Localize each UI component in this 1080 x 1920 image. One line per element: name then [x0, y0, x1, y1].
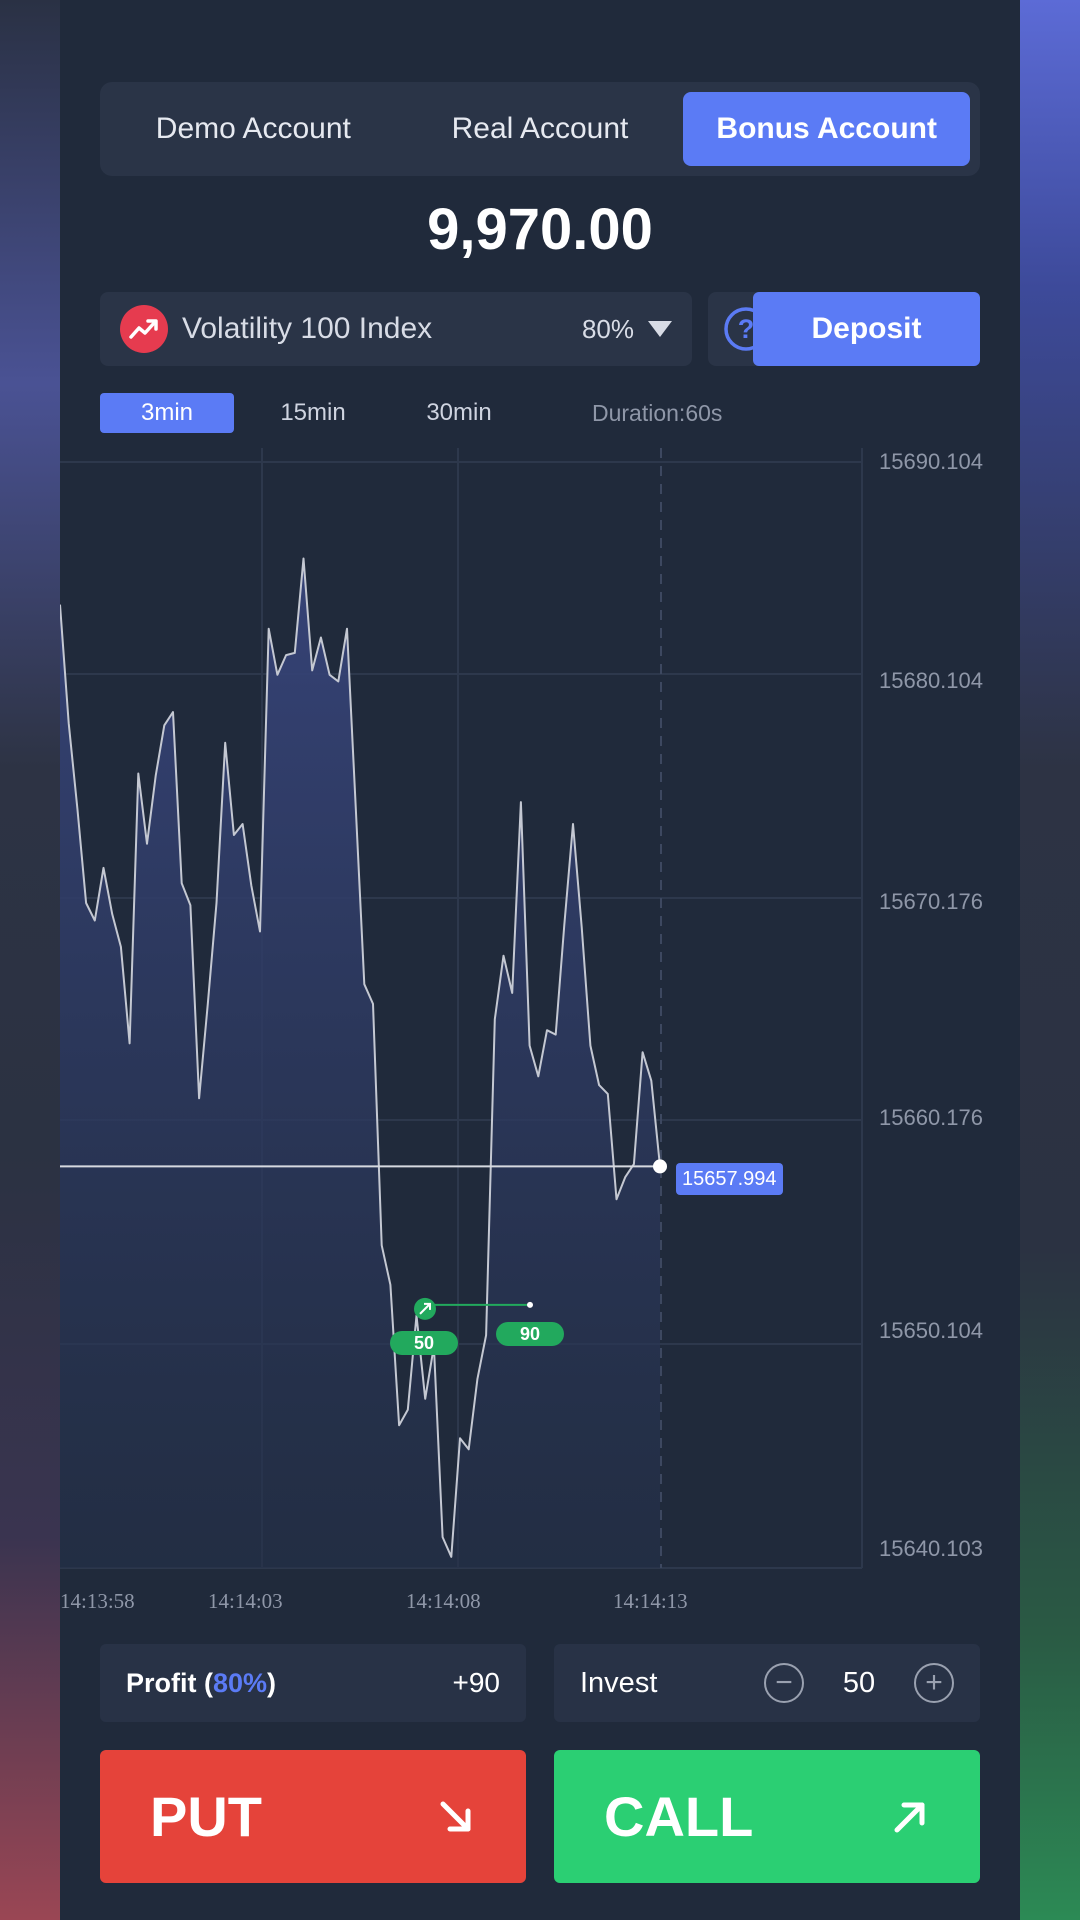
current-price-dot [653, 1159, 667, 1174]
y-axis-label: 15690.104 [879, 449, 983, 474]
trend-up-icon [120, 305, 168, 353]
price-chart[interactable] [60, 440, 1020, 1570]
arrow-up-right-icon [894, 1802, 925, 1832]
x-axis-label: 14:13:58 [60, 1589, 135, 1613]
account-tabs: Demo Account Real Account Bonus Account [100, 82, 980, 176]
current-price-tag: 15657.994 [676, 1163, 783, 1195]
asset-payout: 80% [581, 313, 634, 344]
background-edge-left [0, 0, 60, 1920]
timeframe-3min[interactable]: 3min [100, 393, 234, 433]
tab-demo-account[interactable]: Demo Account [110, 92, 397, 166]
plus-circle-icon[interactable]: + [914, 1663, 954, 1703]
x-axis-label: 14:14:03 [208, 1589, 283, 1613]
call-button[interactable]: CALL [554, 1750, 980, 1883]
trading-screen: Demo Account Real Account Bonus Account … [60, 0, 1020, 1920]
price-area-fill [60, 558, 660, 1568]
svg-text:?: ? [738, 314, 755, 344]
y-axis-label: 15650.104 [879, 1318, 983, 1343]
minus-circle-icon[interactable]: − [764, 1663, 804, 1703]
profit-value: +90 [452, 1667, 501, 1698]
trade-target-dot [527, 1301, 533, 1308]
invest-label: Invest [580, 1666, 658, 1699]
x-axis-label: 14:14:13 [613, 1589, 688, 1613]
deposit-button[interactable]: Deposit [753, 292, 980, 366]
asset-selector[interactable]: Volatility 100 Index 80% [100, 292, 692, 366]
invest-panel: Invest − 50 + [554, 1644, 980, 1722]
trade-profit-badge: 90 [496, 1322, 564, 1346]
invest-amount[interactable]: 50 [804, 1667, 914, 1700]
timeframe-15min[interactable]: 15min [246, 393, 380, 433]
timeframe-30min[interactable]: 30min [392, 393, 526, 433]
y-axis-label: 15680.104 [879, 668, 983, 693]
arrow-down-right-icon [440, 1801, 471, 1831]
price-area [60, 557, 661, 1568]
put-button[interactable]: PUT [100, 1750, 526, 1883]
call-label: CALL [604, 1785, 754, 1848]
y-axis-label: 15670.176 [879, 889, 983, 914]
y-axis-label: 15660.176 [879, 1105, 983, 1130]
trade-duration: Duration:60s [592, 399, 723, 426]
tab-bonus-account[interactable]: Bonus Account [683, 92, 971, 166]
profit-percent: 80% [213, 1667, 268, 1698]
tab-real-account[interactable]: Real Account [397, 92, 684, 166]
profit-label: Profit (80%) [126, 1667, 277, 1698]
chevron-down-icon [648, 321, 672, 337]
account-balance: 9,970.00 [427, 197, 653, 262]
background-edge-right [1020, 0, 1080, 1920]
put-label: PUT [150, 1785, 262, 1848]
x-axis-label: 14:14:08 [406, 1589, 481, 1613]
y-axis-label: 15640.103 [879, 1536, 983, 1561]
asset-name: Volatility 100 Index [182, 312, 433, 345]
profit-panel: Profit (80%) +90 [100, 1644, 526, 1722]
trade-invest-badge: 50 [390, 1331, 458, 1355]
